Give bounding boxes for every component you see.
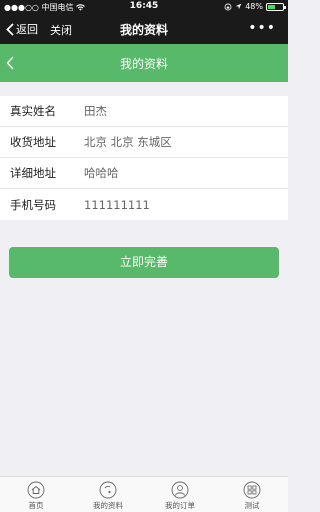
tab-profile-label: 我的资料: [93, 501, 123, 510]
tab-home[interactable]: 首页: [0, 477, 72, 512]
address-label: 收货地址: [10, 135, 56, 149]
tab-test[interactable]: 测试: [216, 477, 288, 512]
tab-profile[interactable]: 我的资料: [72, 477, 144, 512]
detail-address-row[interactable]: 详细地址 哈哈哈: [0, 158, 288, 189]
detail-address-field[interactable]: 哈哈哈: [84, 165, 119, 181]
phone-field[interactable]: 111111111: [84, 198, 150, 212]
grid-icon: [243, 481, 261, 499]
profile-form: 真实姓名 田杰 收货地址 北京 北京 东城区 详细地址 哈哈哈 手机号码 111…: [0, 96, 288, 220]
phone-row[interactable]: 手机号码 111111111: [0, 189, 288, 220]
tab-home-label: 首页: [28, 501, 44, 510]
phone-label: 手机号码: [10, 197, 56, 212]
page-header: 我的资料: [0, 44, 288, 82]
profile-icon: [99, 481, 117, 499]
more-button[interactable]: •••: [248, 20, 276, 36]
nav-title: 我的资料: [119, 23, 168, 37]
tab-orders-label: 我的订单: [165, 501, 195, 510]
name-row[interactable]: 真实姓名 田杰: [0, 96, 288, 127]
status-bar: ●●●○○ 中国电信 16:45 48%: [0, 0, 288, 14]
tab-test-label: 测试: [244, 501, 260, 510]
tab-bar: 首页 我的资料 我的订单 测试: [0, 476, 288, 512]
home-icon: [27, 481, 45, 499]
location-icon: [235, 3, 242, 10]
order-icon: [171, 481, 189, 499]
status-right: 48%: [224, 2, 286, 11]
rotation-lock-icon: [224, 3, 232, 10]
address-row[interactable]: 收货地址 北京 北京 东城区: [0, 127, 288, 158]
complete-profile-button[interactable]: 立即完善: [9, 247, 279, 278]
battery-level: [268, 4, 275, 9]
page-title: 我的资料: [119, 57, 168, 71]
tab-orders[interactable]: 我的订单: [144, 477, 216, 512]
name-label: 真实姓名: [10, 104, 56, 118]
nav-bar: 返回 关闭 我的资料 •••: [0, 14, 288, 44]
battery-icon: [266, 2, 286, 11]
address-field[interactable]: 北京 北京 东城区: [84, 134, 172, 150]
battery-percent: 48%: [245, 2, 263, 11]
name-field[interactable]: 田杰: [84, 103, 107, 119]
detail-address-label: 详细地址: [10, 166, 56, 180]
